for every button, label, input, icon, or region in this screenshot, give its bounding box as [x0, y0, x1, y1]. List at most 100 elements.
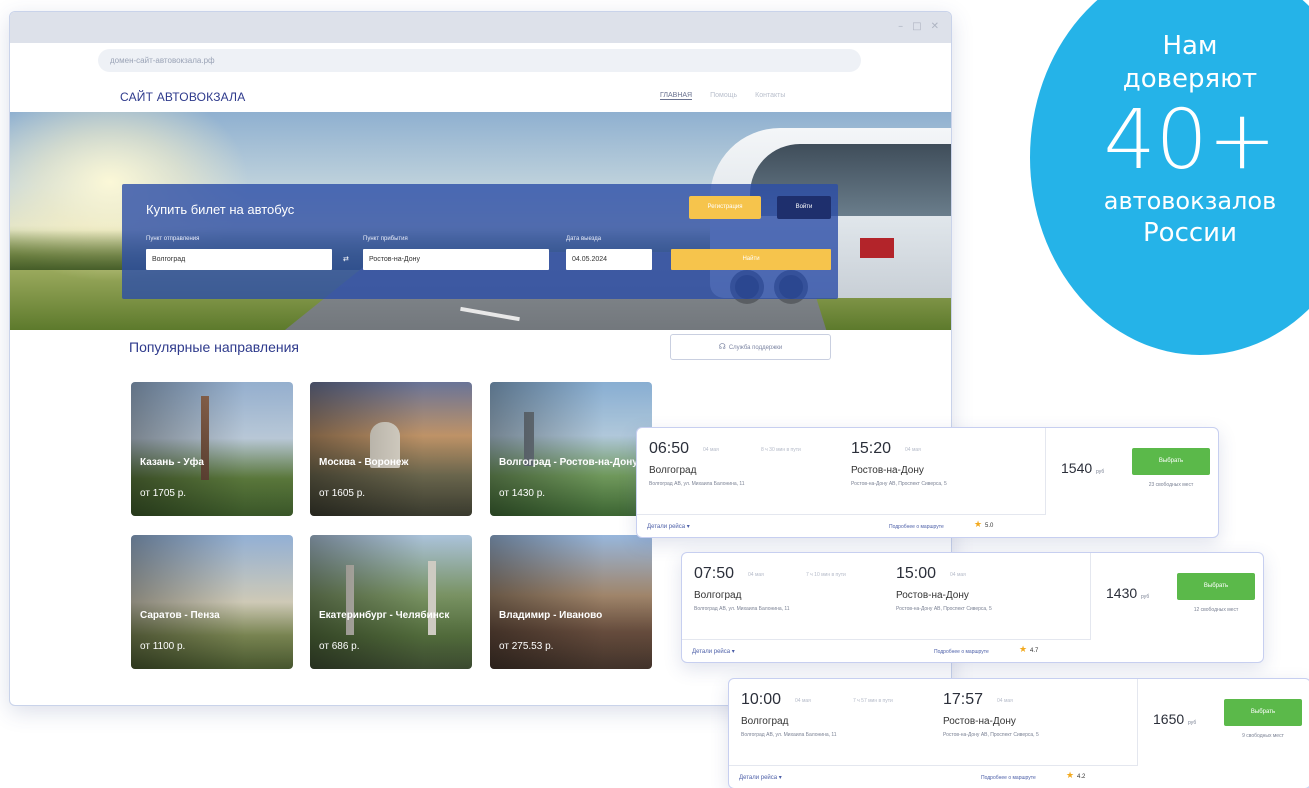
seats-available: 23 свободных мест: [1148, 482, 1194, 488]
arrive-time: 15:20: [851, 440, 892, 457]
destination-tile[interactable]: Казань - Уфа от 1705 р.: [131, 382, 293, 516]
depart-time: 06:50: [649, 440, 690, 457]
popular-title: Популярные направления: [129, 339, 300, 355]
destination-tile[interactable]: Москва - Воронеж от 1605 р.: [310, 382, 472, 516]
choose-button[interactable]: Выбрать: [1132, 448, 1210, 475]
trip-rating: 5.0: [985, 523, 994, 529]
trip-price: 1430 руб: [1106, 585, 1150, 601]
badge-line-4: России: [1143, 218, 1237, 248]
arrive-date: 04 мая: [997, 698, 1013, 704]
to-city: Ростов-на-Дону: [851, 465, 924, 476]
chevron-down-icon: ▾: [778, 775, 782, 781]
tile-route: Екатеринбург - Челябинск: [319, 610, 450, 621]
trip-card: 10:00 04 мая 7 ч 57 мин в пути 17:57 04 …: [728, 678, 1309, 788]
route-details-link[interactable]: Подробнее о маршруте: [889, 524, 944, 530]
swap-icon[interactable]: ⇄: [343, 255, 349, 263]
login-button[interactable]: Войти: [777, 196, 831, 219]
tile-route: Москва - Воронеж: [319, 457, 409, 468]
depart-time: 07:50: [694, 565, 735, 582]
route-details-link[interactable]: Подробнее о маршруте: [934, 649, 989, 655]
to-field[interactable]: Ростов-на-Дону: [363, 249, 549, 270]
from-label: Пункт отправления: [146, 236, 200, 242]
destination-tile[interactable]: Владимир - Иваново от 275.53 р.: [490, 535, 652, 669]
site-header: САЙТ АВТОВОКЗАЛА ГЛАВНАЯ Помощь Контакты: [10, 82, 951, 112]
arrive-date: 04 мая: [905, 447, 921, 453]
tile-route: Саратов - Пенза: [140, 610, 220, 621]
address-bar[interactable]: домен-сайт-автовокзала.рф: [98, 49, 861, 72]
trip-card: 07:50 04 мая 7 ч 10 мин в пути 15:00 04 …: [681, 552, 1264, 663]
trip-details-toggle[interactable]: Детали рейса ▾: [739, 774, 782, 781]
arrive-date: 04 мая: [950, 572, 966, 578]
tile-price: от 1705 р.: [140, 488, 187, 499]
badge-line-2: доверяют: [1122, 64, 1258, 94]
seats-available: 12 свободных мест: [1193, 607, 1239, 613]
ticket-search-panel: Купить билет на автобус Регистрация Войт…: [122, 184, 838, 299]
tile-route: Казань - Уфа: [140, 457, 204, 468]
star-icon: ★: [974, 520, 983, 530]
depart-date: 04 мая: [703, 447, 719, 453]
nav-contacts[interactable]: Контакты: [755, 92, 785, 100]
from-address: Волгоград АВ, ул. Михаила Балонина, 11: [649, 481, 745, 487]
from-city: Волгоград: [649, 465, 697, 476]
to-city: Ростов-на-Дону: [896, 590, 969, 601]
nav-help[interactable]: Помощь: [710, 92, 737, 100]
tile-price: от 1100 р.: [140, 641, 186, 652]
trust-badge-text: Нам доверяют 40+ автовокзалов России: [1050, 30, 1309, 250]
badge-line-3: автовокзалов: [1103, 187, 1277, 215]
choose-button[interactable]: Выбрать: [1224, 699, 1302, 726]
seats-available: 9 свободных мест: [1242, 733, 1284, 739]
headset-icon: ☊: [718, 342, 726, 351]
from-address: Волгоград АВ, ул. Михаила Балонина, 11: [694, 606, 790, 612]
trip-price: 1540 руб: [1061, 460, 1105, 476]
destination-tile[interactable]: Екатеринбург - Челябинск от 686 р.: [310, 535, 472, 669]
to-address: Ростов-на-Дону АВ, Проспект Сиверса, 5: [943, 732, 1039, 738]
tile-price: от 275.53 р.: [499, 641, 554, 652]
destination-tile[interactable]: Волгоград - Ростов-на-Дону от 1430 р.: [490, 382, 652, 516]
trip-price: 1650 руб: [1153, 711, 1197, 727]
depart-time: 10:00: [741, 691, 782, 708]
destination-tile[interactable]: Саратов - Пенза от 1100 р.: [131, 535, 293, 669]
trip-duration: 7 ч 57 мин в пути: [853, 698, 893, 704]
from-field[interactable]: Волгоград: [146, 249, 332, 270]
site-logo[interactable]: САЙТ АВТОВОКЗАЛА: [120, 90, 245, 104]
trip-rating: 4.2: [1077, 774, 1086, 780]
tile-route: Волгоград - Ростов-на-Дону: [499, 457, 638, 468]
to-address: Ростов-на-Дону АВ, Проспект Сиверса, 5: [896, 606, 992, 612]
minimize-icon[interactable]: –: [898, 21, 903, 33]
trip-rating: 4.7: [1030, 648, 1039, 654]
date-field[interactable]: 04.05.2024: [566, 249, 652, 270]
route-details-link[interactable]: Подробнее о маршруте: [981, 775, 1036, 781]
from-city: Волгоград: [741, 716, 789, 727]
to-label: Пункт прибытия: [363, 236, 408, 242]
register-button[interactable]: Регистрация: [689, 196, 761, 219]
tile-price: от 1430 р.: [499, 488, 546, 499]
from-address: Волгоград АВ, ул. Михаила Балонина, 11: [741, 732, 837, 738]
trip-details-toggle[interactable]: Детали рейса ▾: [647, 523, 690, 530]
find-button[interactable]: Найти: [671, 249, 831, 270]
depart-date: 04 мая: [795, 698, 811, 704]
close-icon[interactable]: ✕: [931, 21, 939, 33]
choose-button[interactable]: Выбрать: [1177, 573, 1255, 600]
tile-route: Владимир - Иваново: [499, 610, 603, 621]
star-icon: ★: [1066, 771, 1075, 781]
star-icon: ★: [1019, 645, 1028, 655]
arrive-time: 15:00: [896, 565, 937, 582]
site-nav: ГЛАВНАЯ Помощь Контакты: [660, 92, 785, 100]
chevron-down-icon: ▾: [686, 524, 690, 530]
chevron-down-icon: ▾: [731, 649, 735, 655]
to-address: Ростов-на-Дону АВ, Проспект Сиверса, 5: [851, 481, 947, 487]
trip-details-toggle[interactable]: Детали рейса ▾: [692, 648, 735, 655]
maximize-icon[interactable]: □: [912, 21, 921, 33]
support-button[interactable]: ☊ Служба поддержки: [670, 334, 831, 360]
support-label: Служба поддержки: [728, 345, 783, 351]
window-titlebar: – □ ✕: [10, 12, 951, 43]
to-city: Ростов-на-Дону: [943, 716, 1016, 727]
trip-card: 06:50 04 мая 8 ч 30 мин в пути 15:20 04 …: [636, 427, 1219, 538]
search-title: Купить билет на автобус: [146, 202, 295, 217]
badge-line-1: Нам: [1162, 31, 1218, 61]
depart-date: 04 мая: [748, 572, 764, 578]
tile-price: от 686 р.: [319, 641, 360, 652]
badge-number: 40+: [1103, 93, 1277, 188]
nav-home[interactable]: ГЛАВНАЯ: [660, 92, 693, 100]
from-city: Волгоград: [694, 590, 742, 601]
